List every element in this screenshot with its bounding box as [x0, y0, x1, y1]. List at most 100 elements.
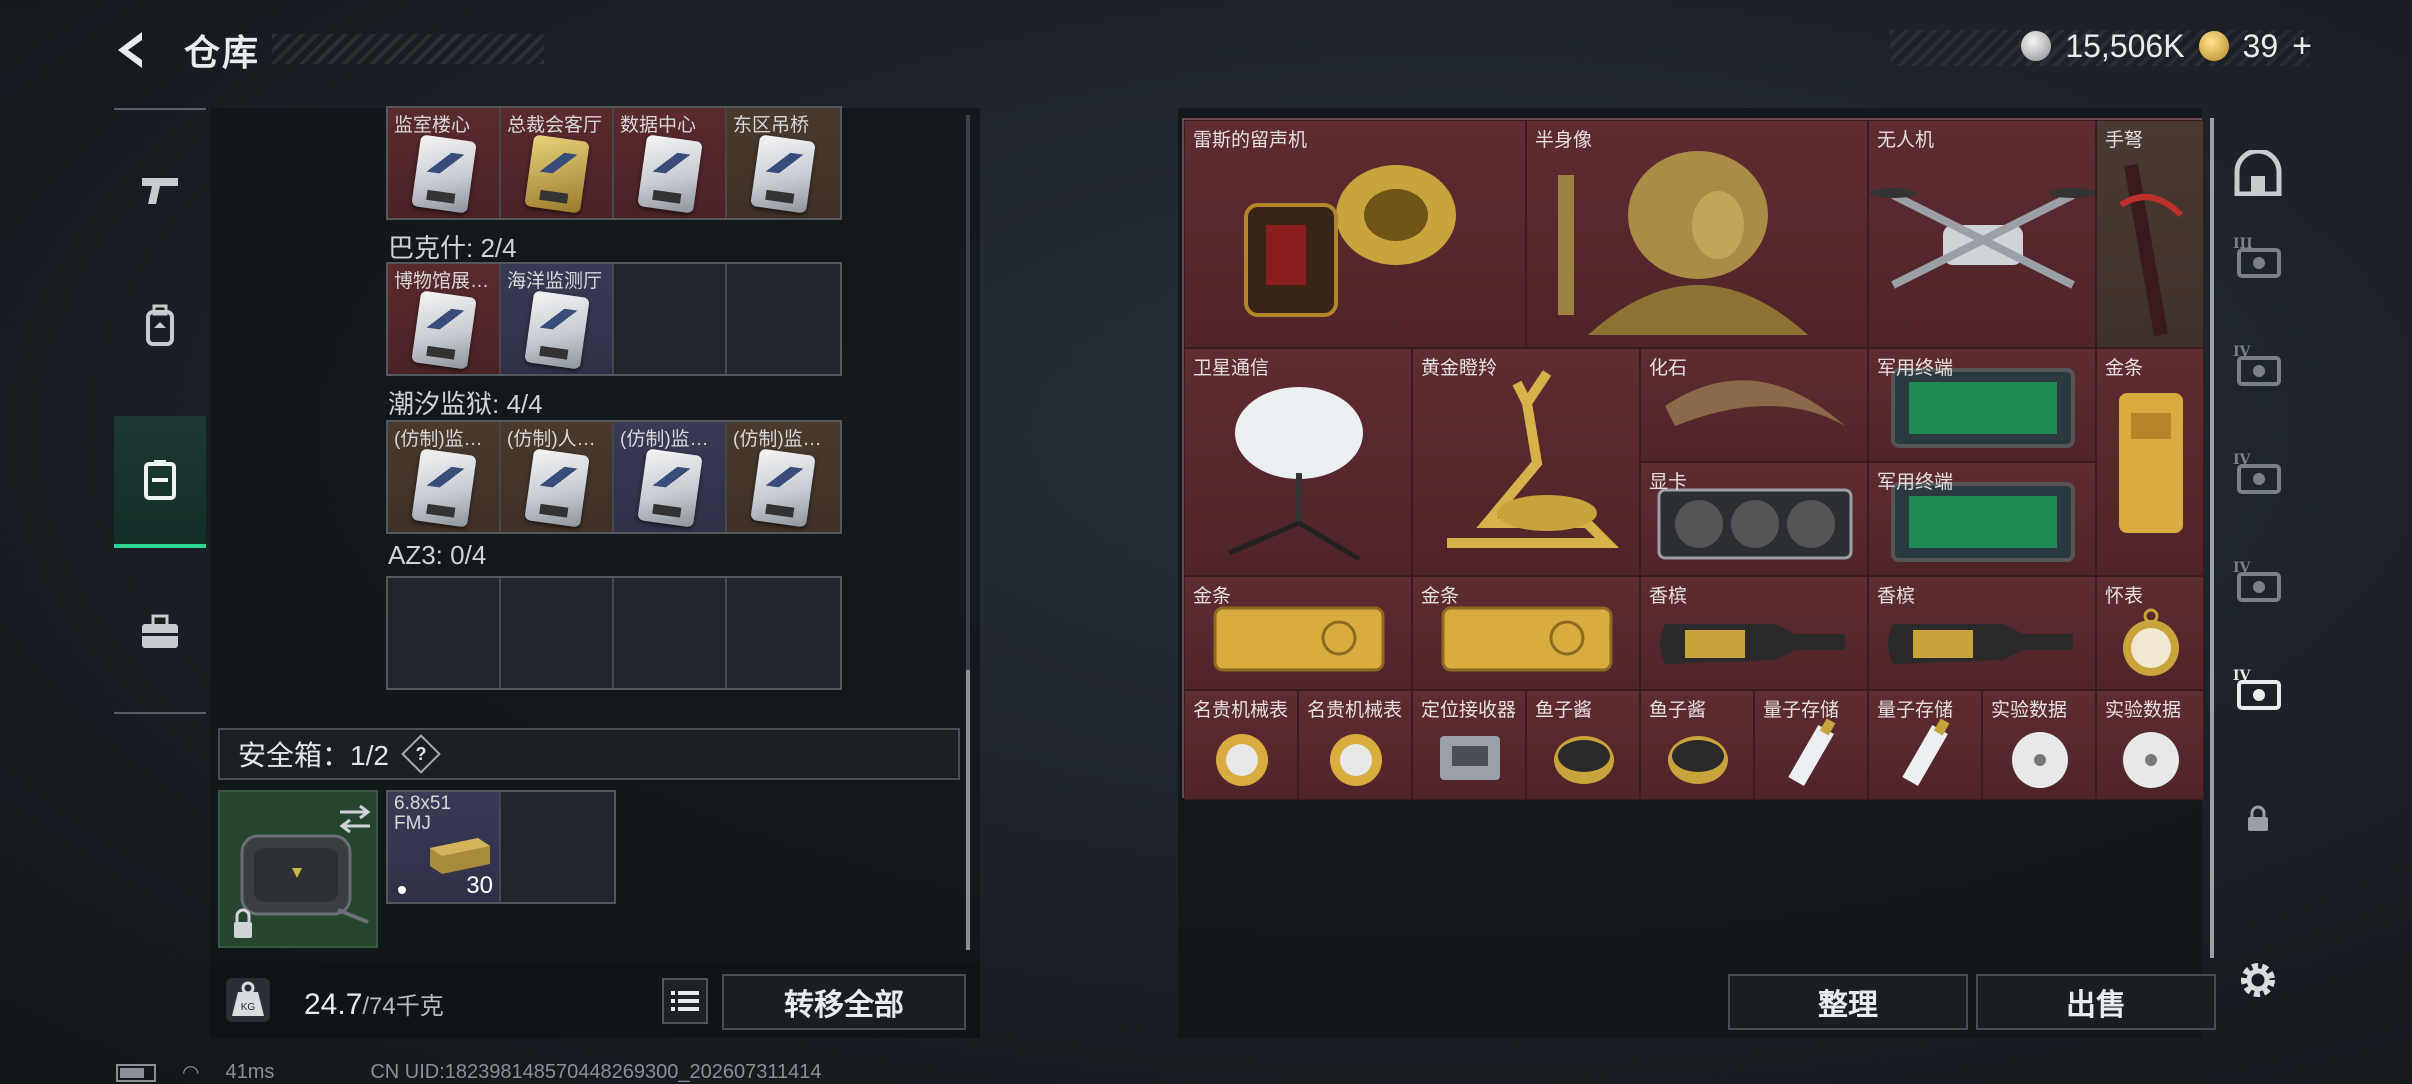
key-card-slot[interactable]: 东区吊桥: [727, 108, 840, 218]
secure-case-icon: [234, 804, 371, 938]
stash-item[interactable]: 鱼子酱: [1526, 690, 1640, 800]
stash-item[interactable]: 香槟: [1868, 576, 2096, 690]
tab-equipment[interactable]: [114, 260, 206, 392]
stash-tab-1[interactable]: III: [2218, 216, 2298, 306]
inventory-scroll-thumb[interactable]: [966, 670, 970, 950]
pistol-icon: [142, 178, 178, 204]
stash-item[interactable]: 实验数据: [2096, 690, 2204, 800]
stash-scrollbar[interactable]: [2210, 118, 2214, 958]
item-name: 量子存储: [1763, 700, 1840, 721]
item-name: 香槟: [1877, 586, 1916, 607]
tab-tools[interactable]: [114, 566, 206, 698]
stash-item[interactable]: 卫星通信: [1184, 348, 1412, 576]
ammo-slot[interactable]: 6.8x51 FMJ 30: [388, 792, 501, 902]
stash-tab-5[interactable]: IV: [2218, 648, 2298, 738]
stash-item[interactable]: 黄金瞪羚: [1412, 348, 1640, 576]
status-bar: ◠ 41ms CN UID:18239814857044826930​0_202…: [116, 1060, 822, 1084]
safe-box-case[interactable]: [218, 790, 378, 948]
item-name: 鱼子酱: [1535, 700, 1593, 721]
help-icon: ?: [415, 743, 427, 764]
safe-box-label: 安全箱：1/2: [238, 740, 389, 771]
item-name: 军用终端: [1877, 358, 1954, 379]
stash-tab-0[interactable]: [2218, 132, 2298, 222]
sell-button[interactable]: 出售: [1976, 974, 2216, 1030]
gramophone-icon: [1244, 165, 1456, 317]
add-currency-button[interactable]: +: [2292, 27, 2312, 66]
stash-tier4-medical-icon: IV: [2231, 450, 2285, 504]
stash-tier3-icon: III: [2231, 234, 2285, 288]
stash-category-tabs: III IV IV IV IV: [2218, 108, 2298, 968]
stash-item[interactable]: 实验数据: [1982, 690, 2096, 800]
key-card-label: (仿制)监…: [733, 429, 822, 450]
key-group-label: AZ3: 0/4: [388, 540, 487, 570]
key-card-label: (仿制)人…: [507, 429, 596, 450]
help-button[interactable]: ?: [401, 734, 441, 774]
stash-item[interactable]: 香槟: [1640, 576, 1868, 690]
silver-coin-icon: [2021, 31, 2052, 61]
empty-key-slot[interactable]: [727, 578, 840, 688]
empty-slot[interactable]: [501, 792, 614, 902]
stash-item[interactable]: 鱼子酱: [1640, 690, 1754, 800]
bust-icon: [1558, 151, 1808, 335]
stash-item[interactable]: 名贵机械表: [1298, 690, 1412, 800]
stash-item[interactable]: 金条: [1184, 576, 1412, 690]
stash-tab-3[interactable]: IV: [2218, 432, 2298, 522]
key-card-slot[interactable]: (仿制)监…: [727, 422, 840, 532]
key-group-2-slots: (仿制)监… (仿制)人… (仿制)监… (仿制)监…: [386, 420, 842, 534]
back-button[interactable]: [112, 28, 156, 72]
ammo-tier-dot: [398, 886, 406, 894]
key-card-icon: [750, 448, 816, 528]
stash-item[interactable]: 军用终端: [1868, 462, 2096, 576]
key-card-icon: [524, 290, 590, 370]
crossbow-icon: [2119, 163, 2184, 337]
stash-item[interactable]: 定位接收器: [1412, 690, 1526, 800]
stash-item[interactable]: 半身像: [1526, 120, 1868, 348]
stash-tab-2[interactable]: IV: [2218, 324, 2298, 414]
key-card-icon: [411, 448, 477, 528]
transfer-all-button[interactable]: 转移全部: [722, 974, 966, 1030]
empty-key-slot[interactable]: [614, 578, 727, 688]
empty-key-slot[interactable]: [614, 264, 727, 374]
key-card-slot[interactable]: (仿制)人…: [501, 422, 614, 532]
stash-item[interactable]: 名贵机械表: [1184, 690, 1298, 800]
item-name: 显卡: [1649, 472, 1688, 493]
key-card-slot[interactable]: 博物馆展…: [388, 264, 501, 374]
key-card-slot[interactable]: (仿制)监…: [388, 422, 501, 532]
ping-text: 41ms: [225, 1061, 275, 1083]
key-group-3-slots: [386, 576, 842, 690]
key-group-label: 巴克什: 2/4: [388, 233, 517, 263]
tab-weapons[interactable]: [114, 124, 206, 256]
sort-button[interactable]: 整理: [1728, 974, 1968, 1030]
stash-item[interactable]: 量子存储: [1868, 690, 1982, 800]
item-name: 黄金瞪羚: [1421, 358, 1498, 379]
stash-item[interactable]: 手弩: [2096, 120, 2204, 348]
key-card-slot[interactable]: 监室楼心: [388, 108, 501, 218]
empty-key-slot[interactable]: [501, 578, 614, 688]
stash-item[interactable]: 军用终端: [1868, 348, 2096, 462]
key-card-slot[interactable]: 总裁会客厅: [501, 108, 614, 218]
stash-item[interactable]: 金条: [1412, 576, 1640, 690]
uid-text: CN UID:18239814857044826930​0_2026073114…: [370, 1061, 822, 1083]
empty-key-slot[interactable]: [727, 264, 840, 374]
stash-item[interactable]: 怀表: [2096, 576, 2204, 690]
stash-tab-4[interactable]: IV: [2218, 540, 2298, 630]
weight-icon: KG: [226, 978, 270, 1022]
stash-tab-6[interactable]: [2218, 778, 2298, 868]
item-name: 名贵机械表: [1193, 700, 1289, 721]
stash-item[interactable]: 量子存储: [1754, 690, 1868, 800]
key-card-slot[interactable]: 海洋监测厅: [501, 264, 614, 374]
item-name: 鱼子酱: [1649, 700, 1707, 721]
stash-item[interactable]: 显卡: [1640, 462, 1868, 576]
stash-item[interactable]: 金条: [2096, 348, 2204, 576]
tab-containers[interactable]: [114, 416, 206, 548]
key-card-slot[interactable]: (仿制)监…: [614, 422, 727, 532]
key-card-icon: [637, 448, 703, 528]
key-card-slot[interactable]: 数据中心: [614, 108, 727, 218]
empty-key-slot[interactable]: [388, 578, 501, 688]
settings-button[interactable]: [2234, 956, 2282, 1004]
stash-item[interactable]: 无人机: [1868, 120, 2096, 348]
stash-item[interactable]: 化石: [1640, 348, 1868, 462]
item-name: 名贵机械表: [1307, 700, 1403, 721]
stash-item[interactable]: 雷斯的留声机: [1184, 120, 1526, 348]
list-view-button[interactable]: [662, 978, 708, 1024]
